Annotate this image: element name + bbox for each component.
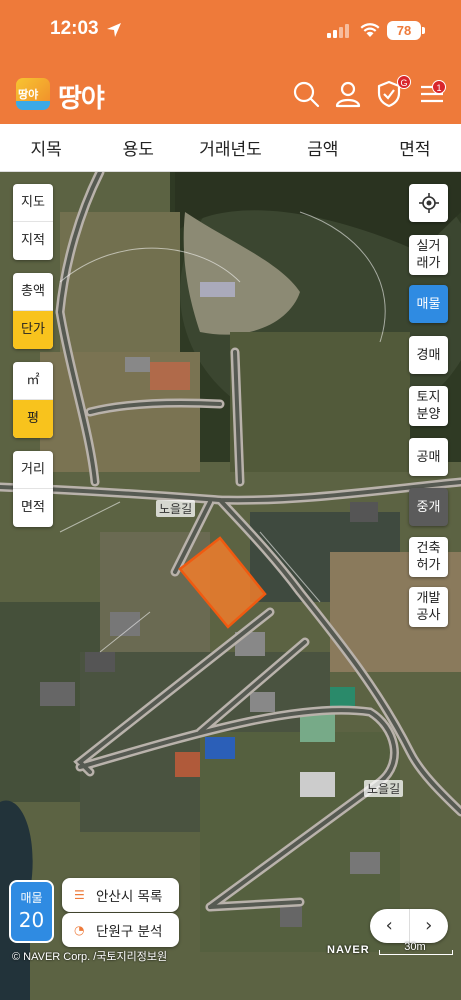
status-bar: 12:03 78 [0,0,461,60]
parcel-nav: ‹ › [370,909,448,943]
listing-count-button[interactable]: 매물 20 [9,880,54,943]
listing-count-value: 20 [18,908,45,932]
unit-sqm[interactable]: ㎡ [13,362,53,400]
map-copyright: © NAVER Corp. /국토지리정보원 [12,951,168,963]
layer-brokerage[interactable]: 중개 [409,488,448,526]
layer-land-sale[interactable]: 토지 분양 [409,386,448,426]
aerial-imagery [0,172,461,1000]
tab-area[interactable]: 면적 [369,135,461,160]
layer-development[interactable]: 개발 공사 [409,587,448,627]
map-type-toggle: 지도 지적 [13,184,53,260]
current-location-button[interactable] [409,184,448,222]
map-type-map[interactable]: 지도 [13,184,53,222]
district-analysis-button[interactable]: ◔ 단원구 분석 [62,913,179,947]
unit-pyeong[interactable]: 평 [13,400,53,438]
map-type-cadastral[interactable]: 지적 [13,222,53,260]
price-total[interactable]: 총액 [13,273,53,311]
road-label-noeul: 노을길 [156,500,196,517]
next-arrow-button[interactable]: › [410,909,449,943]
tab-price[interactable]: 금액 [277,135,369,160]
app-logo-icon[interactable]: 땅야 [16,78,50,110]
logo-icon-text: 땅야 [18,88,39,101]
satellite-map[interactable]: 노을길 노을길 지도 지적 총액 단가 ㎡ 평 거리 면적 실거 래가 매물 경… [0,172,461,1000]
layer-building-permit[interactable]: 건축 허가 [409,537,448,577]
layer-auction[interactable]: 경매 [409,336,448,374]
layer-listing[interactable]: 매물 [409,285,448,323]
wifi-icon [360,23,380,37]
current-location-icon [418,193,439,213]
layer-public-sale[interactable]: 공매 [409,438,448,476]
shield-badge: G [397,75,411,89]
pie-chart-icon: ◔ [74,923,85,937]
price-unit[interactable]: 단가 [13,311,53,349]
battery-indicator: 78 [387,21,425,40]
app-header: 땅야 땅야 G 1 [0,60,461,124]
app-logo-text[interactable]: 땅야 [58,78,105,115]
city-list-label: 안산시 목록 [96,889,163,905]
tab-trade-year[interactable]: 거래년도 [184,135,276,160]
list-icon: ☰ [74,888,85,902]
price-type-toggle: 총액 단가 [13,273,53,349]
listing-count-label: 매물 [20,891,43,905]
filter-tabs: 지목 용도 거래년도 금액 면적 [0,124,461,172]
tab-usage[interactable]: 용도 [92,135,184,160]
measure-distance[interactable]: 거리 [13,451,53,489]
prev-arrow-button[interactable]: ‹ [370,909,410,943]
search-icon[interactable] [292,80,320,108]
cellular-signal-icon [327,24,349,38]
user-icon[interactable] [334,80,362,108]
unit-toggle: ㎡ 평 [13,362,53,438]
location-arrow-icon [107,23,121,37]
map-scale: 30m [379,941,453,955]
district-analysis-label: 단원구 분석 [96,924,163,940]
measure-area[interactable]: 면적 [13,489,53,527]
measure-toggle: 거리 면적 [13,451,53,527]
status-time: 12:03 [50,18,99,39]
tab-land-category[interactable]: 지목 [0,135,92,160]
menu-badge: 1 [432,80,446,94]
layer-real-trade[interactable]: 실거 래가 [409,235,448,275]
naver-logo: NAVER [327,944,370,956]
city-list-button[interactable]: ☰ 안산시 목록 [62,878,179,912]
top-bar: 12:03 78 땅야 땅야 G 1 [0,0,461,124]
road-label-noeul-2: 노을길 [364,780,404,797]
